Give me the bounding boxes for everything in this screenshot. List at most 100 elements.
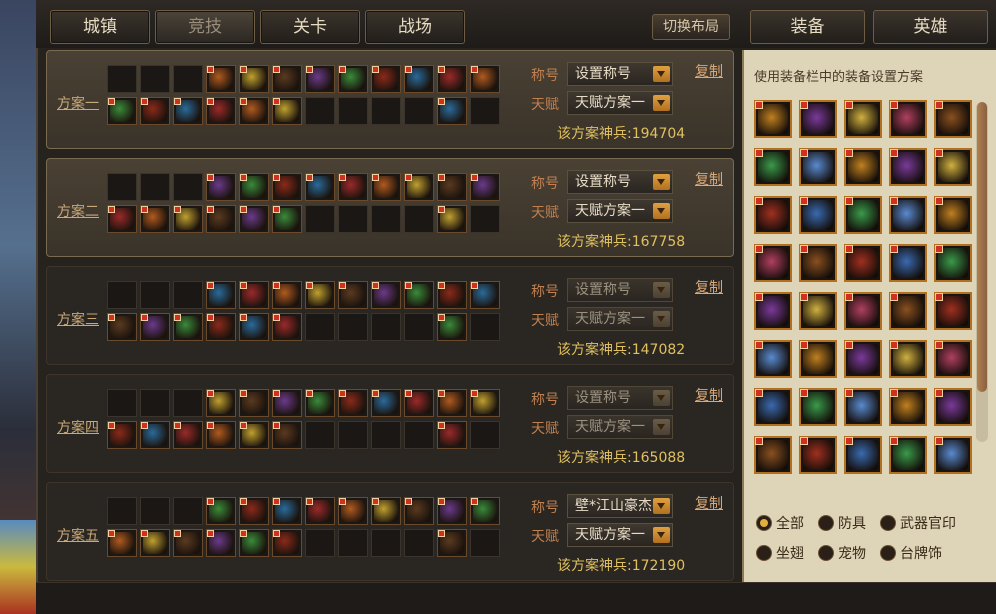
equipment-slot-icon[interactable] [305, 497, 335, 525]
plan-name[interactable]: 方案二 [57, 201, 99, 221]
inventory-item-icon[interactable] [934, 388, 972, 426]
equipment-slot-icon[interactable] [272, 421, 302, 449]
tab-arena[interactable]: 竞技 [155, 10, 255, 44]
equipment-slot-icon[interactable] [371, 97, 401, 125]
title-dropdown[interactable]: 设置称号 [567, 62, 673, 86]
equipment-slot-icon[interactable] [173, 529, 203, 557]
equipment-slot-icon[interactable] [107, 281, 137, 309]
equipment-slot-icon[interactable] [371, 205, 401, 233]
equipment-slot-icon[interactable] [305, 173, 335, 201]
equipment-slot-icon[interactable] [470, 529, 500, 557]
equipment-slot-icon[interactable] [305, 65, 335, 93]
equipment-slot-icon[interactable] [239, 389, 269, 417]
equipment-slot-icon[interactable] [338, 65, 368, 93]
equipment-slot-icon[interactable] [272, 205, 302, 233]
equipment-slot-icon[interactable] [470, 389, 500, 417]
equipment-slot-icon[interactable] [173, 97, 203, 125]
equipment-slot-icon[interactable] [206, 497, 236, 525]
equipment-slot-icon[interactable] [173, 205, 203, 233]
copy-button[interactable]: 复制 [695, 493, 723, 513]
equipment-slot-icon[interactable] [305, 421, 335, 449]
equipment-slot-icon[interactable] [305, 281, 335, 309]
equipment-slot-icon[interactable] [437, 281, 467, 309]
inventory-item-icon[interactable] [799, 340, 837, 378]
plan-name[interactable]: 方案三 [57, 309, 99, 329]
tab-stage[interactable]: 关卡 [260, 10, 360, 44]
equipment-slot-icon[interactable] [173, 173, 203, 201]
inventory-item-icon[interactable] [844, 148, 882, 186]
equipment-slot-icon[interactable] [404, 313, 434, 341]
equipment-slot-icon[interactable] [107, 497, 137, 525]
equipment-slot-icon[interactable] [140, 173, 170, 201]
talent-dropdown[interactable]: 天赋方案一 [567, 199, 673, 223]
inventory-item-icon[interactable] [844, 436, 882, 474]
equipment-slot-icon[interactable] [239, 281, 269, 309]
equipment-slot-icon[interactable] [404, 205, 434, 233]
equipment-slot-icon[interactable] [272, 497, 302, 525]
inventory-item-icon[interactable] [889, 196, 927, 234]
equipment-slot-icon[interactable] [437, 421, 467, 449]
equipment-slot-icon[interactable] [437, 173, 467, 201]
plan-name[interactable]: 方案四 [57, 417, 99, 437]
equipment-slot-icon[interactable] [404, 529, 434, 557]
title-dropdown[interactable]: 设置称号 [567, 386, 673, 410]
inventory-item-icon[interactable] [934, 100, 972, 138]
equipment-slot-icon[interactable] [470, 313, 500, 341]
equipment-slot-icon[interactable] [206, 173, 236, 201]
scroll-thumb[interactable] [977, 102, 987, 392]
plan-row[interactable]: 方案二 称号 设置称号 天赋 天赋方案一 复制 该方案神兵:167758 [46, 158, 734, 257]
equipment-slot-icon[interactable] [470, 205, 500, 233]
inventory-item-icon[interactable] [934, 196, 972, 234]
equipment-slot-icon[interactable] [404, 65, 434, 93]
equipment-slot-icon[interactable] [140, 313, 170, 341]
equipment-slot-icon[interactable] [338, 97, 368, 125]
switch-layout-button[interactable]: 切换布局 [652, 14, 730, 40]
equipment-slot-icon[interactable] [206, 281, 236, 309]
talent-dropdown[interactable]: 天赋方案一 [567, 415, 673, 439]
equipment-slot-icon[interactable] [107, 313, 137, 341]
plan-row[interactable]: 方案一 称号 设置称号 天赋 天赋方案一 复制 该方案神兵:194704 [46, 50, 734, 149]
equipment-slot-icon[interactable] [404, 389, 434, 417]
talent-dropdown[interactable]: 天赋方案一 [567, 307, 673, 331]
equipment-slot-icon[interactable] [107, 421, 137, 449]
equipment-slot-icon[interactable] [140, 65, 170, 93]
equipment-slot-icon[interactable] [437, 205, 467, 233]
equipment-slot-icon[interactable] [437, 389, 467, 417]
inventory-item-icon[interactable] [754, 436, 792, 474]
inventory-item-icon[interactable] [889, 100, 927, 138]
copy-button[interactable]: 复制 [695, 277, 723, 297]
inventory-item-icon[interactable] [799, 148, 837, 186]
equipment-slot-icon[interactable] [173, 389, 203, 417]
inventory-item-icon[interactable] [754, 148, 792, 186]
inventory-item-icon[interactable] [934, 244, 972, 282]
equipment-slot-icon[interactable] [107, 173, 137, 201]
inventory-item-icon[interactable] [889, 340, 927, 378]
equipment-slot-icon[interactable] [470, 497, 500, 525]
equipment-slot-icon[interactable] [140, 389, 170, 417]
equipment-slot-icon[interactable] [470, 421, 500, 449]
equipment-slot-icon[interactable] [404, 97, 434, 125]
inventory-item-icon[interactable] [844, 292, 882, 330]
inventory-item-icon[interactable] [754, 196, 792, 234]
equipment-slot-icon[interactable] [404, 281, 434, 309]
equipment-slot-icon[interactable] [239, 173, 269, 201]
inventory-item-icon[interactable] [844, 340, 882, 378]
equipment-slot-icon[interactable] [404, 421, 434, 449]
equipment-slot-icon[interactable] [371, 281, 401, 309]
inventory-item-icon[interactable] [799, 292, 837, 330]
equipment-slot-icon[interactable] [173, 497, 203, 525]
inventory-item-icon[interactable] [799, 436, 837, 474]
equipment-slot-icon[interactable] [206, 313, 236, 341]
equipment-slot-icon[interactable] [206, 65, 236, 93]
talent-dropdown[interactable]: 天赋方案一 [567, 91, 673, 115]
equipment-slot-icon[interactable] [107, 529, 137, 557]
equipment-slot-icon[interactable] [239, 497, 269, 525]
plan-row[interactable]: 方案五 称号 壁*江山豪杰 天赋 天赋方案一 复制 该方案神兵:172190 [46, 482, 734, 581]
inventory-item-icon[interactable] [889, 244, 927, 282]
equipment-slot-icon[interactable] [371, 313, 401, 341]
equipment-slot-icon[interactable] [107, 65, 137, 93]
equipment-slot-icon[interactable] [404, 497, 434, 525]
inventory-item-icon[interactable] [889, 436, 927, 474]
plan-row[interactable]: 方案三 称号 设置称号 天赋 天赋方案一 复制 该方案神兵:147082 [46, 266, 734, 365]
talent-dropdown[interactable]: 天赋方案一 [567, 523, 673, 547]
